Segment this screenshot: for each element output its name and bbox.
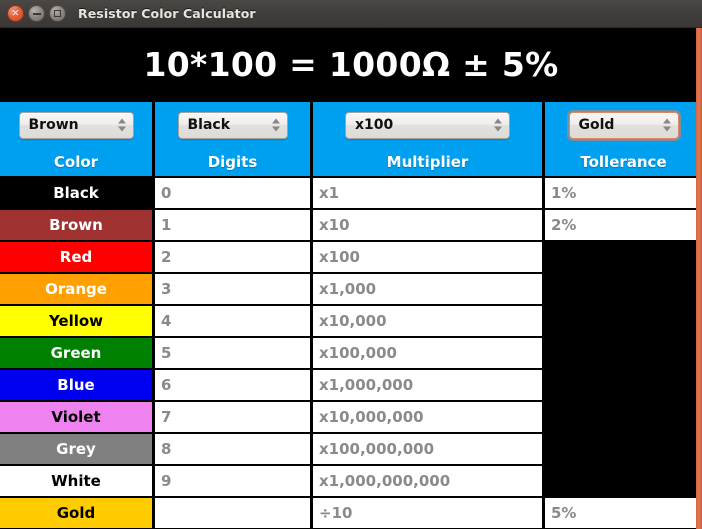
cell-color-name: Black xyxy=(0,178,155,210)
cell-tolerance xyxy=(545,402,702,434)
band-3-cell: x100 xyxy=(313,102,545,148)
cell-color-name: Violet xyxy=(0,402,155,434)
band-3-multiplier-value: x100 xyxy=(355,117,394,133)
cell-tolerance xyxy=(545,338,702,370)
application-window: × Resistor Color Calculator 10*100 = 100… xyxy=(0,0,702,529)
table-row: Red 2 x100 xyxy=(0,242,702,274)
header-multiplier: Multiplier xyxy=(313,148,545,178)
cell-color-name: Red xyxy=(0,242,155,274)
cell-digit xyxy=(155,498,313,529)
cell-tolerance xyxy=(545,434,702,466)
cell-multiplier: x1,000,000,000 xyxy=(313,466,545,498)
minimize-window-icon[interactable] xyxy=(28,5,45,22)
band-4-tolerance-dropdown[interactable]: Gold xyxy=(568,111,679,139)
table-row: Black 0 x1 1% xyxy=(0,178,702,210)
cell-tolerance: 1% xyxy=(545,178,702,210)
table-row: Gold ÷10 5% xyxy=(0,498,702,529)
band-1-cell: Brown xyxy=(0,102,155,148)
cell-color-name: Gold xyxy=(0,498,155,529)
client-area: 10*100 = 1000Ω ± 5% Brown Black x100 Gol… xyxy=(0,28,702,529)
window-titlebar: × Resistor Color Calculator xyxy=(0,0,702,28)
cell-tolerance: 5% xyxy=(545,498,702,529)
table-row: White 9 x1,000,000,000 xyxy=(0,466,702,498)
header-tollerance: Tollerance xyxy=(545,148,702,178)
cell-color-name: Green xyxy=(0,338,155,370)
cell-digit: 3 xyxy=(155,274,313,306)
color-code-table: Color Digits Multiplier Tollerance Black… xyxy=(0,148,702,529)
cell-multiplier: x10,000 xyxy=(313,306,545,338)
cell-multiplier: x1,000,000 xyxy=(313,370,545,402)
cell-multiplier: x100,000 xyxy=(313,338,545,370)
cell-color-name: Brown xyxy=(0,210,155,242)
cell-digit: 9 xyxy=(155,466,313,498)
cell-digit: 1 xyxy=(155,210,313,242)
table-row: Orange 3 x1,000 xyxy=(0,274,702,306)
maximize-icon-glyph xyxy=(54,10,61,17)
cell-digit: 0 xyxy=(155,178,313,210)
cell-tolerance xyxy=(545,306,702,338)
window-title: Resistor Color Calculator xyxy=(78,6,256,21)
table-header-row: Color Digits Multiplier Tollerance xyxy=(0,148,702,178)
cell-color-name: White xyxy=(0,466,155,498)
header-digits: Digits xyxy=(155,148,313,178)
close-icon-glyph: × xyxy=(11,7,20,18)
cell-multiplier: x10,000,000 xyxy=(313,402,545,434)
header-color: Color xyxy=(0,148,155,178)
table-row: Grey 8 x100,000,000 xyxy=(0,434,702,466)
cell-tolerance xyxy=(545,274,702,306)
band-4-tolerance-value: Gold xyxy=(578,117,615,133)
cell-tolerance xyxy=(545,242,702,274)
table-row: Yellow 4 x10,000 xyxy=(0,306,702,338)
band-2-digit-value: Black xyxy=(187,117,231,133)
table-row: Green 5 x100,000 xyxy=(0,338,702,370)
band-selector-row: Brown Black x100 Gold xyxy=(0,100,702,148)
table-row: Brown 1 x10 2% xyxy=(0,210,702,242)
result-display: 10*100 = 1000Ω ± 5% xyxy=(0,28,702,100)
cell-color-name: Grey xyxy=(0,434,155,466)
cell-digit: 8 xyxy=(155,434,313,466)
band-2-spinner-arrows-icon[interactable] xyxy=(271,118,280,132)
cell-digit: 4 xyxy=(155,306,313,338)
cell-multiplier: x1 xyxy=(313,178,545,210)
band-1-digit-value: Brown xyxy=(28,117,79,133)
minimize-icon-glyph xyxy=(32,12,41,15)
cell-multiplier: x100,000,000 xyxy=(313,434,545,466)
cell-digit: 6 xyxy=(155,370,313,402)
band-3-spinner-arrows-icon[interactable] xyxy=(494,118,502,132)
cell-digit: 7 xyxy=(155,402,313,434)
table-row: Violet 7 x10,000,000 xyxy=(0,402,702,434)
cell-digit: 5 xyxy=(155,338,313,370)
cell-tolerance xyxy=(545,370,702,402)
table-body: Black 0 x1 1% Brown 1 x10 2% Red 2 x100 Orange 3 x1,0… xyxy=(0,178,702,529)
table-row: Blue 6 x1,000,000 xyxy=(0,370,702,402)
cell-tolerance: 2% xyxy=(545,210,702,242)
band-4-spinner-arrows-icon[interactable] xyxy=(662,118,671,132)
cell-color-name: Yellow xyxy=(0,306,155,338)
cell-color-name: Blue xyxy=(0,370,155,402)
window-right-edge xyxy=(696,28,702,529)
cell-tolerance xyxy=(545,466,702,498)
cell-multiplier: x10 xyxy=(313,210,545,242)
band-3-multiplier-dropdown[interactable]: x100 xyxy=(345,111,510,139)
cell-multiplier: x100 xyxy=(313,242,545,274)
cell-digit: 2 xyxy=(155,242,313,274)
window-controls: × xyxy=(7,5,66,22)
band-2-digit-dropdown[interactable]: Black xyxy=(177,111,288,139)
band-4-cell: Gold xyxy=(545,102,702,148)
band-1-spinner-arrows-icon[interactable] xyxy=(117,118,126,132)
cell-multiplier: ÷10 xyxy=(313,498,545,529)
band-2-cell: Black xyxy=(155,102,313,148)
cell-multiplier: x1,000 xyxy=(313,274,545,306)
maximize-window-icon[interactable] xyxy=(49,5,66,22)
band-1-digit-dropdown[interactable]: Brown xyxy=(18,111,134,139)
close-window-icon[interactable]: × xyxy=(7,5,24,22)
cell-color-name: Orange xyxy=(0,274,155,306)
